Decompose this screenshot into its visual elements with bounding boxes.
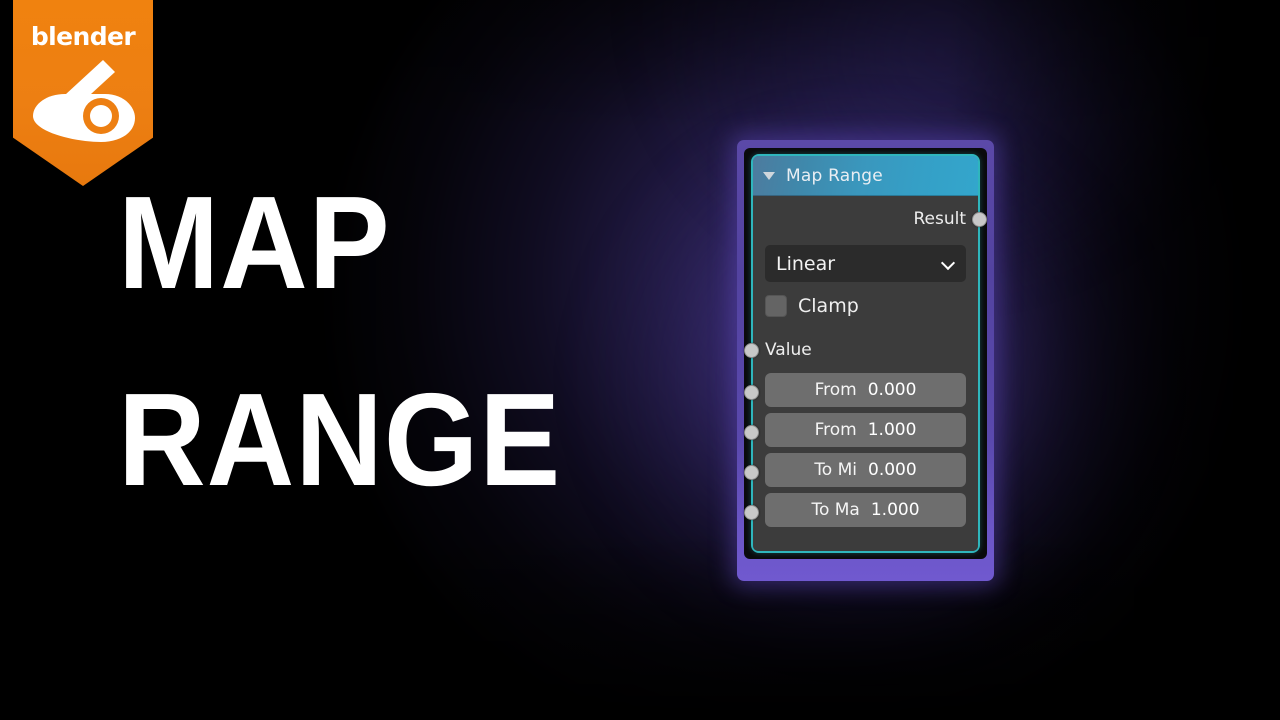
clamp-label: Clamp (798, 294, 859, 317)
node-body: Result Linear Clamp Value From 0.000 Fro… (744, 196, 987, 551)
triangle-down-icon[interactable] (763, 171, 775, 180)
field-value-from-min: 0.000 (867, 379, 917, 400)
title-line-2: RANGE (118, 366, 562, 514)
field-row-to-max[interactable]: To Ma 1.000 (744, 492, 966, 532)
node-box[interactable]: Map Range Result Linear Clamp Value From… (744, 154, 987, 553)
field-label-to-max: To Ma (811, 499, 860, 520)
node-title: Map Range (786, 165, 883, 186)
field-to-min[interactable]: To Mi 0.000 (765, 452, 966, 487)
field-value-from-max: 1.000 (867, 419, 917, 440)
field-row-to-min[interactable]: To Mi 0.000 (744, 452, 966, 492)
output-label-result: Result (913, 209, 966, 229)
field-from-max[interactable]: From 1.000 (765, 412, 966, 447)
output-socket-result[interactable] (972, 212, 987, 227)
input-socket-to-max[interactable] (744, 505, 759, 520)
input-socket-from-max[interactable] (744, 425, 759, 440)
node-header[interactable]: Map Range (753, 156, 978, 196)
clamp-checkbox-row[interactable]: Clamp (765, 284, 966, 327)
interpolation-value: Linear (776, 252, 836, 275)
map-range-node[interactable]: Map Range Result Linear Clamp Value From… (737, 140, 994, 581)
output-row-result: Result (765, 196, 987, 242)
input-row-value: Value (744, 327, 966, 372)
title-line-1: MAP (118, 169, 391, 316)
input-socket-from-min[interactable] (744, 385, 759, 400)
chevron-down-icon[interactable] (942, 257, 955, 270)
field-label-from-min: From (814, 379, 857, 400)
field-label-to-min: To Mi (814, 459, 858, 480)
field-to-max[interactable]: To Ma 1.000 (765, 492, 966, 527)
field-row-from-min[interactable]: From 0.000 (744, 372, 966, 412)
input-label-value: Value (765, 339, 812, 360)
blender-logo-icon (33, 60, 135, 142)
field-row-from-max[interactable]: From 1.000 (744, 412, 966, 452)
input-socket-to-min[interactable] (744, 465, 759, 480)
blender-logo-badge: blender (13, 0, 153, 186)
field-value-to-max: 1.000 (870, 499, 920, 520)
field-value-to-min: 0.000 (868, 459, 917, 480)
checkbox-unchecked-icon[interactable] (765, 294, 787, 317)
field-label-from-max: From (814, 419, 857, 440)
input-socket-value[interactable] (744, 342, 759, 358)
page-title: MAP RANGE (118, 169, 600, 514)
field-from-min[interactable]: From 0.000 (765, 372, 966, 407)
blender-wordmark: blender (30, 22, 136, 51)
screenshot-stage: blender MAP RANGE Map Range Result Linea… (0, 0, 1280, 720)
interpolation-dropdown[interactable]: Linear (765, 245, 966, 282)
